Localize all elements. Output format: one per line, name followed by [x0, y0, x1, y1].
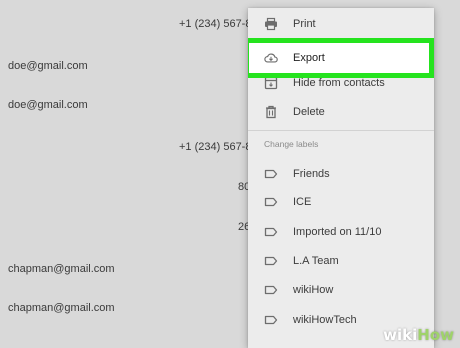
- print-label: Print: [293, 18, 316, 30]
- label-item-friends[interactable]: Friends: [248, 160, 434, 188]
- label-item-name: wikiHowTech: [293, 314, 357, 326]
- print-menu-item[interactable]: Print: [248, 10, 434, 38]
- trash-icon: [264, 105, 278, 119]
- wikihow-watermark: wikiHow: [383, 326, 454, 344]
- contact-phone: +1 (234) 567-8: [179, 18, 252, 30]
- label-item-ice[interactable]: ICE: [248, 188, 434, 216]
- label-item-name: Friends: [293, 168, 330, 180]
- label-tag-icon: [264, 167, 278, 181]
- delete-label: Delete: [293, 106, 325, 118]
- contact-email: doe@gmail.com: [8, 60, 88, 72]
- watermark-how: How: [417, 326, 454, 344]
- contact-phone: +1 (234) 567-8: [179, 141, 252, 153]
- hide-from-contacts-label: Hide from contacts: [293, 77, 385, 89]
- label-item-wikihow[interactable]: wikiHow: [248, 276, 434, 304]
- contact-email: chapman@gmail.com: [8, 263, 115, 275]
- archive-icon: [264, 76, 278, 90]
- label-tag-icon: [264, 254, 278, 268]
- change-labels-header: Change labels: [264, 139, 319, 149]
- label-item-name: ICE: [293, 196, 312, 208]
- label-item-name: Imported on 11/10: [293, 226, 382, 238]
- label-item-imported[interactable]: Imported on 11/10: [248, 218, 434, 246]
- label-tag-icon: [264, 283, 278, 297]
- label-item-name: L.A Team: [293, 255, 339, 267]
- label-tag-icon: [264, 195, 278, 209]
- export-menu-item[interactable]: Export: [248, 38, 434, 78]
- printer-icon: [264, 17, 278, 31]
- cloud-download-icon: [264, 51, 278, 65]
- label-tag-icon: [264, 225, 278, 239]
- menu-divider: [248, 130, 434, 131]
- contact-email: chapman@gmail.com: [8, 302, 115, 314]
- delete-menu-item[interactable]: Delete: [248, 98, 434, 126]
- label-tag-icon: [264, 313, 278, 327]
- export-label: Export: [293, 52, 325, 64]
- contact-actions-menu: Print Export Hide from contacts Delete C…: [248, 8, 434, 348]
- contact-email: doe@gmail.com: [8, 99, 88, 111]
- label-item-name: wikiHow: [293, 284, 334, 296]
- watermark-wiki: wiki: [383, 326, 418, 344]
- label-item-la-team[interactable]: L.A Team: [248, 247, 434, 275]
